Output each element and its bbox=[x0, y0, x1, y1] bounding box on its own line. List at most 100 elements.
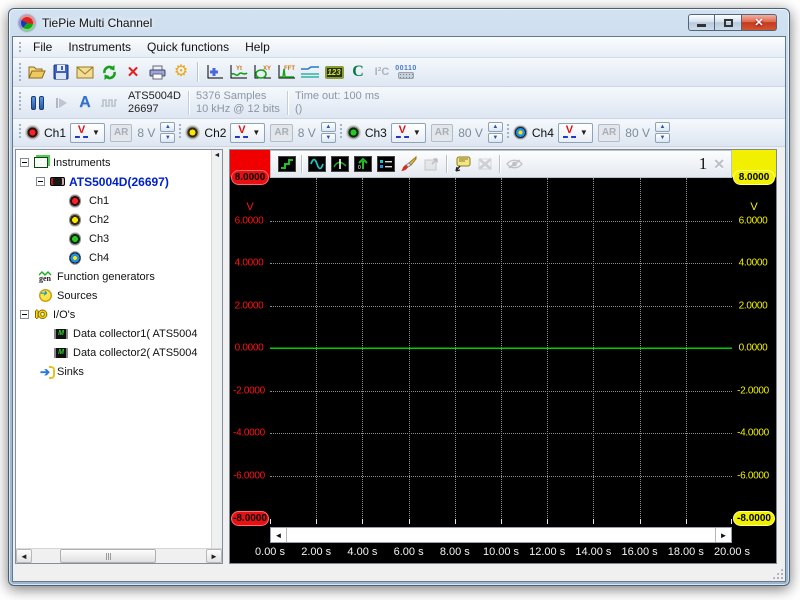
ch3-range-spinner[interactable]: ▲▼ bbox=[488, 122, 503, 143]
tree-vertical-scrollbar[interactable]: ◄ bbox=[211, 150, 222, 548]
xy-graph-button[interactable]: XY bbox=[250, 60, 274, 84]
maximize-button[interactable] bbox=[715, 14, 742, 31]
scroll-right-icon[interactable]: ► bbox=[715, 528, 731, 542]
resize-grip[interactable] bbox=[772, 568, 783, 579]
autoscale-zero-button[interactable]: 0 bbox=[351, 153, 374, 175]
spin-up-icon[interactable]: ▲ bbox=[655, 122, 670, 132]
tree-item-data-collector1[interactable]: M Data collector1( ATS5004 bbox=[16, 324, 211, 343]
tree-item-ch1[interactable]: Ch1 bbox=[16, 191, 211, 210]
print-button[interactable] bbox=[145, 60, 169, 84]
one-shot-button[interactable] bbox=[49, 91, 73, 115]
ch4-coupling-dropdown[interactable]: V ▼ bbox=[558, 123, 593, 143]
toolbar-separator bbox=[197, 62, 198, 82]
menu-quick-functions[interactable]: Quick functions bbox=[139, 38, 237, 56]
ch1-coupling-dropdown[interactable]: V ▼ bbox=[70, 123, 105, 143]
spin-up-icon[interactable]: ▲ bbox=[321, 122, 336, 132]
hide-trace-button[interactable] bbox=[503, 153, 526, 175]
channel2-grip[interactable] bbox=[177, 122, 181, 140]
save-button[interactable] bbox=[49, 60, 73, 84]
fft-graph-button[interactable]: FFT bbox=[274, 60, 298, 84]
spin-down-icon[interactable]: ▼ bbox=[655, 133, 670, 143]
tree-item-ios[interactable]: IO I/O's bbox=[16, 305, 211, 324]
scroll-left-icon[interactable]: ◄ bbox=[271, 528, 287, 542]
graph-horizontal-scrollbar[interactable]: ◄ ► bbox=[270, 527, 732, 543]
spin-down-icon[interactable]: ▼ bbox=[160, 133, 175, 143]
plot-area[interactable] bbox=[270, 178, 732, 518]
sine-interpolation-button[interactable] bbox=[305, 153, 328, 175]
undo-zoom-button[interactable] bbox=[473, 153, 496, 175]
channel1-grip[interactable] bbox=[17, 122, 21, 140]
tree-item-instruments[interactable]: Instruments bbox=[16, 153, 211, 172]
file-toolbar-grip[interactable] bbox=[17, 61, 21, 81]
waveform-button[interactable] bbox=[97, 91, 121, 115]
tree-item-sinks[interactable]: ➔ Sinks bbox=[16, 362, 211, 381]
ch4-range-spinner[interactable]: ▲▼ bbox=[655, 122, 670, 143]
capture-c-button[interactable]: C bbox=[346, 60, 370, 84]
ch3-coupling-dropdown[interactable]: V ▼ bbox=[391, 123, 426, 143]
step-interpolation-button[interactable] bbox=[275, 153, 298, 175]
ch2-bnc-icon[interactable] bbox=[185, 125, 200, 140]
ch4-autorange-button[interactable]: AR bbox=[598, 124, 620, 142]
channel4-grip[interactable] bbox=[505, 122, 509, 140]
tree-item-data-collector2[interactable]: M Data collector2( ATS5004 bbox=[16, 343, 211, 362]
minimize-button[interactable] bbox=[688, 14, 715, 31]
fit-graph-button[interactable] bbox=[420, 153, 443, 175]
menubar-grip[interactable] bbox=[17, 40, 21, 54]
chevron-down-icon: ▼ bbox=[580, 128, 588, 137]
paint-button[interactable] bbox=[397, 153, 420, 175]
spin-up-icon[interactable]: ▲ bbox=[160, 122, 175, 132]
scroll-right-icon[interactable]: ► bbox=[206, 549, 222, 563]
meter-button[interactable] bbox=[298, 60, 322, 84]
pause-button[interactable] bbox=[25, 91, 49, 115]
tree-item-ch2[interactable]: Ch2 bbox=[16, 210, 211, 229]
ch3-autorange-button[interactable]: AR bbox=[431, 124, 453, 142]
value-display-button[interactable]: 123 bbox=[322, 60, 346, 84]
delete-button[interactable]: ✕ bbox=[121, 60, 145, 84]
binary-io-button[interactable]: 00110 bbox=[394, 60, 418, 84]
legend-button[interactable] bbox=[374, 153, 397, 175]
spin-up-icon[interactable]: ▲ bbox=[488, 122, 503, 132]
acquisition-toolbar-grip[interactable] bbox=[17, 90, 21, 112]
close-button[interactable]: ✕ bbox=[742, 14, 777, 31]
spin-down-icon[interactable]: ▼ bbox=[488, 133, 503, 143]
tree-hscroll-thumb[interactable] bbox=[60, 549, 156, 563]
add-graph-button[interactable] bbox=[202, 60, 226, 84]
ch1-autorange-button[interactable]: AR bbox=[110, 124, 132, 142]
close-graph-button[interactable]: ✕ bbox=[711, 156, 731, 173]
tree-horizontal-scrollbar[interactable]: ◄ ► bbox=[16, 548, 222, 563]
time-tick-label: 8.00 s bbox=[440, 546, 470, 558]
menu-file[interactable]: File bbox=[25, 38, 60, 56]
vertical-cursor-button[interactable] bbox=[328, 153, 351, 175]
channel3-grip[interactable] bbox=[338, 122, 342, 140]
collapse-icon[interactable] bbox=[36, 177, 45, 186]
tree-item-ch3[interactable]: Ch3 bbox=[16, 229, 211, 248]
ch2-range-spinner[interactable]: ▲▼ bbox=[321, 122, 336, 143]
collapse-icon[interactable] bbox=[20, 310, 29, 319]
scroll-left-icon[interactable]: ◄ bbox=[16, 549, 32, 563]
ch2-coupling-dropdown[interactable]: V ▼ bbox=[230, 123, 265, 143]
collapse-icon[interactable] bbox=[20, 158, 29, 167]
ch1-range-spinner[interactable]: ▲▼ bbox=[160, 122, 175, 143]
ch4-bnc-icon[interactable] bbox=[513, 125, 528, 140]
settings-button[interactable]: ⚙ bbox=[169, 60, 193, 84]
yt-graph-button[interactable]: Yt bbox=[226, 60, 250, 84]
open-file-button[interactable] bbox=[25, 60, 49, 84]
titlebar[interactable]: TiePie Multi Channel ✕ bbox=[9, 9, 789, 36]
ch1-bnc-icon[interactable] bbox=[25, 125, 40, 140]
tree-item-sources[interactable]: Sources bbox=[16, 286, 211, 305]
ch3-bnc-icon[interactable] bbox=[346, 125, 361, 140]
autoranging-button[interactable]: A bbox=[73, 91, 97, 115]
tree-item-function-generators[interactable]: gen Function generators bbox=[16, 267, 211, 286]
tree-hscroll-track[interactable] bbox=[32, 549, 206, 563]
menu-help[interactable]: Help bbox=[237, 38, 278, 56]
email-button[interactable] bbox=[73, 60, 97, 84]
ch2-autorange-button[interactable]: AR bbox=[270, 124, 292, 142]
spin-down-icon[interactable]: ▼ bbox=[321, 133, 336, 143]
menu-instruments[interactable]: Instruments bbox=[60, 38, 139, 56]
refresh-button[interactable] bbox=[97, 60, 121, 84]
i2c-analyzer-button[interactable]: I²C bbox=[370, 60, 394, 84]
tree-item-device[interactable]: ATS5004D(26697) bbox=[16, 172, 211, 191]
graph-hscroll-thumb[interactable] bbox=[287, 528, 715, 542]
callout-button[interactable] bbox=[450, 153, 473, 175]
tree-item-ch4[interactable]: Ch4 bbox=[16, 248, 211, 267]
